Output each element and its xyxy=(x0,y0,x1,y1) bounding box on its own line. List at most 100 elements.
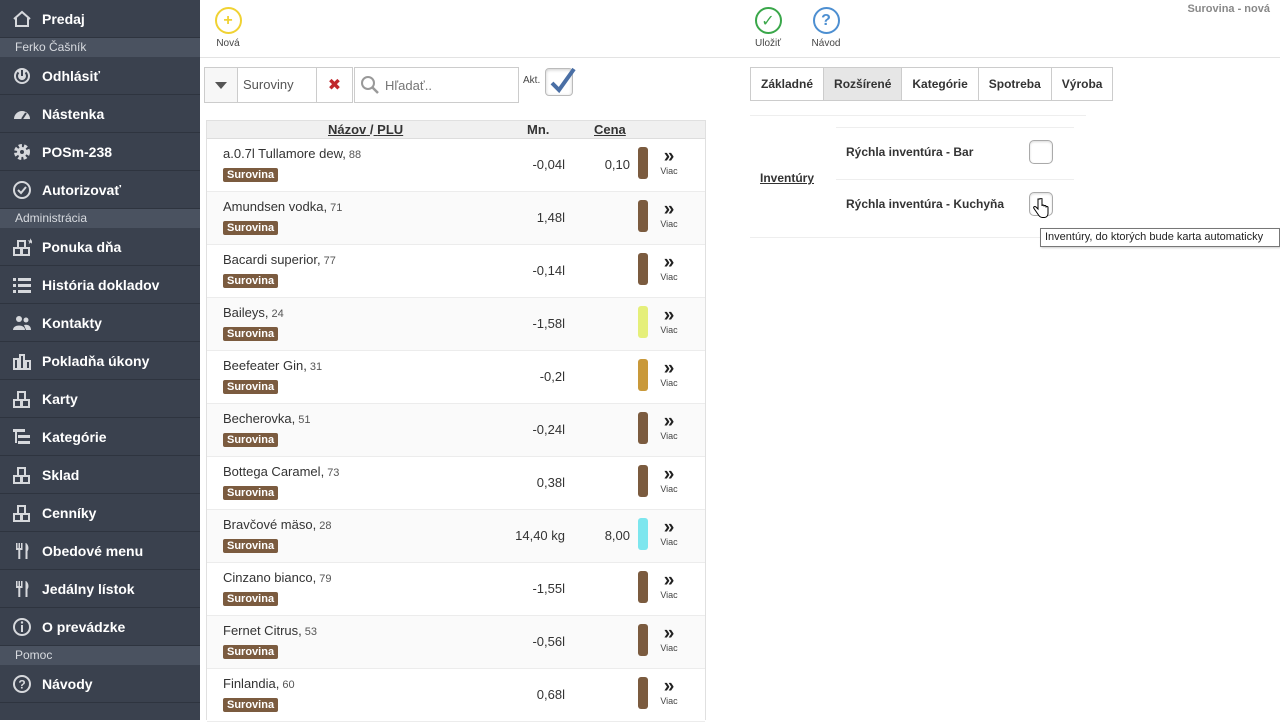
sidebar-item-label: Karty xyxy=(42,390,78,407)
list-item[interactable]: Cinzano bianco, 79 Surovina -1,55l » Viac xyxy=(207,563,705,616)
inventory-label: Inventúry xyxy=(760,171,815,185)
double-chevron-right-icon: » xyxy=(663,411,675,432)
more-button[interactable]: » Viac xyxy=(657,200,681,229)
category-field[interactable]: Suroviny xyxy=(237,67,317,103)
sidebar-item-sklad[interactable]: Sklad xyxy=(0,456,200,494)
sidebar-item-historia-dokladov[interactable]: História dokladov xyxy=(0,266,200,304)
item-name: Fernet Citrus, 53 xyxy=(223,623,318,638)
list-item[interactable]: Bottega Caramel, 73 Surovina 0,38l » Viac xyxy=(207,457,705,510)
color-swatch xyxy=(638,147,648,179)
inventory-item-label: Rýchla inventúra - Kuchyňa xyxy=(846,197,1005,211)
more-button[interactable]: » Viac xyxy=(657,518,681,547)
item-quantity: -0,24l xyxy=(532,422,565,437)
tab-rozsirene[interactable]: Rozšírené xyxy=(823,67,903,101)
list-item[interactable]: Fernet Citrus, 53 Surovina -0,56l » Viac xyxy=(207,616,705,669)
list-item[interactable]: Finlandia, 60 Surovina 0,68l » Viac xyxy=(207,669,705,722)
inventory-row: Rýchla inventúra - Bar xyxy=(836,127,1074,179)
more-button[interactable]: » Viac xyxy=(657,623,681,653)
tab-kategorie[interactable]: Kategórie xyxy=(901,67,979,101)
list-item[interactable]: Amundsen vodka, 71 Surovina 1,48l » Viac xyxy=(207,192,705,245)
toolbar: + Nová ✓ Uložiť ? Návod Surovina - nová xyxy=(200,0,1280,58)
sidebar-item-cenniky[interactable]: Cenníky xyxy=(0,494,200,532)
sidebar-item-ponuka-dna[interactable]: ★ Ponuka dňa xyxy=(0,228,200,266)
list-item[interactable]: a.0.7l Tullamore dew, 88 Surovina -0,04l 0,1… xyxy=(207,139,705,192)
sidebar-item-obedove-menu[interactable]: Obedové menu xyxy=(0,532,200,570)
item-quantity: -0,56l xyxy=(532,634,565,649)
double-chevron-right-icon: » xyxy=(663,464,675,485)
akt-checkbox[interactable] xyxy=(545,67,576,96)
more-button[interactable]: » Viac xyxy=(657,147,681,176)
header-name[interactable]: Názov / PLU xyxy=(328,122,403,137)
hand-cursor-icon xyxy=(1033,198,1049,218)
header-price[interactable]: Cena xyxy=(594,122,626,137)
more-button[interactable]: » Viac xyxy=(657,252,681,282)
list-item[interactable]: Baileys, 24 Surovina -1,58l » Viac xyxy=(207,298,705,351)
more-button[interactable]: » Viac xyxy=(657,571,681,600)
info-icon xyxy=(11,616,33,638)
more-label: Viac xyxy=(660,643,678,653)
type-badge: Surovina xyxy=(223,380,279,394)
more-button[interactable]: » Viac xyxy=(657,677,681,706)
list-item[interactable]: Beefeater Gin, 31 Surovina -0,2l » Viac xyxy=(207,351,705,404)
new-button[interactable]: + Nová xyxy=(203,7,253,49)
sidebar-item-navody[interactable]: ? Návody xyxy=(0,665,200,703)
bar-chart-icon xyxy=(11,350,33,372)
boxes-icon xyxy=(11,464,33,486)
type-badge: Surovina xyxy=(223,433,279,447)
close-icon: ✖ xyxy=(327,77,342,94)
item-name: Becherovka, 51 xyxy=(223,411,311,426)
type-badge: Surovina xyxy=(223,645,279,659)
item-plu: 77 xyxy=(323,255,336,267)
sidebar-item-kontakty[interactable]: Kontakty xyxy=(0,304,200,342)
question-icon: ? xyxy=(812,7,840,34)
save-button[interactable]: ✓ Uložiť xyxy=(743,7,793,49)
sidebar-item-autorizovat[interactable]: Autorizovať xyxy=(0,171,200,209)
sidebar-item-pokladna-ukony[interactable]: Pokladňa úkony xyxy=(0,342,200,380)
tab-vyroba[interactable]: Výroba xyxy=(1050,67,1114,101)
more-button[interactable]: » Viac xyxy=(657,306,681,335)
item-plu: 73 xyxy=(327,467,340,479)
color-swatch xyxy=(638,359,648,391)
sidebar-item-label: Pokladňa úkony xyxy=(42,352,150,369)
sidebar-item-predaj[interactable]: Predaj xyxy=(0,0,200,38)
item-price: 8,00 xyxy=(604,528,630,543)
more-button[interactable]: » Viac xyxy=(657,464,681,494)
sidebar-item-label: História dokladov xyxy=(42,276,160,293)
list-item[interactable]: Bravčové mäso, 28 Surovina 14,40 kg 8,00 » Via… xyxy=(207,510,705,563)
search-input[interactable] xyxy=(385,77,510,93)
clear-category-button[interactable]: ✖ xyxy=(316,67,353,103)
inventory-checkbox[interactable] xyxy=(1029,140,1053,164)
double-chevron-right-icon: » xyxy=(663,358,675,379)
double-chevron-right-icon: » xyxy=(663,252,675,273)
cutlery-icon xyxy=(11,540,33,562)
tab-zakladne[interactable]: Základné xyxy=(750,67,825,101)
sidebar-item-nastenka[interactable]: Nástenka xyxy=(0,95,200,133)
sidebar-section-header: Pomoc xyxy=(0,646,200,665)
more-button[interactable]: » Viac xyxy=(657,358,681,388)
tab-spotreba[interactable]: Spotreba xyxy=(977,67,1052,101)
sidebar-item-label: Cenníky xyxy=(42,504,97,521)
sidebar-item-kategorie[interactable]: Kategórie xyxy=(0,418,200,456)
sidebar-item-posm-238[interactable]: POSm-238 xyxy=(0,133,200,171)
list-item[interactable]: Becherovka, 51 Surovina -0,24l » Viac xyxy=(207,404,705,457)
item-quantity: -0,2l xyxy=(539,369,565,384)
svg-text:★: ★ xyxy=(27,237,32,246)
item-name: Bottega Caramel, 73 xyxy=(223,464,340,479)
sidebar-item-odhlasit[interactable]: Odhlásiť xyxy=(0,57,200,95)
sidebar-item-o-prevadzke[interactable]: O prevádzke xyxy=(0,608,200,646)
item-quantity: -1,58l xyxy=(532,316,565,331)
sidebar-item-karty[interactable]: Karty xyxy=(0,380,200,418)
search-box[interactable] xyxy=(354,67,519,103)
item-plu: 51 xyxy=(298,414,311,426)
more-button[interactable]: » Viac xyxy=(657,411,681,441)
category-dropdown-button[interactable] xyxy=(204,67,238,103)
type-badge: Surovina xyxy=(223,168,279,182)
guide-button[interactable]: ? Návod xyxy=(801,7,851,49)
more-label: Viac xyxy=(660,219,678,229)
type-badge: Surovina xyxy=(223,274,279,288)
item-plu: 24 xyxy=(271,308,284,320)
list-item[interactable]: Bacardi superior, 77 Surovina -0,14l » Viac xyxy=(207,245,705,298)
sidebar-item-label: Návody xyxy=(42,675,93,692)
sidebar-item-jedalny-listok[interactable]: Jedálny lístok xyxy=(0,570,200,608)
double-chevron-right-icon: » xyxy=(663,623,675,644)
